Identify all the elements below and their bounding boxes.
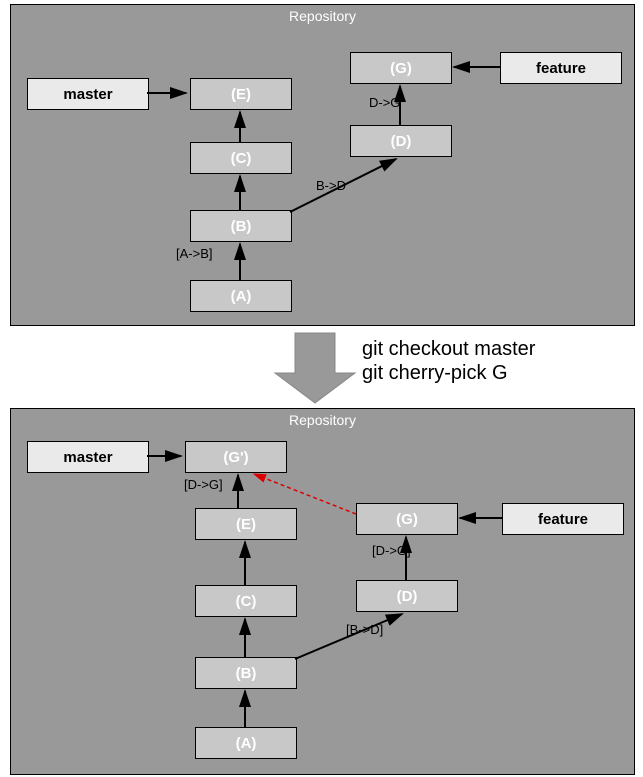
edge-label-DG: D->G	[369, 95, 400, 110]
commit-E: (E)	[195, 508, 297, 540]
command-text-1: git checkout master	[362, 338, 535, 361]
commit-label: (C)	[231, 150, 252, 167]
commit-D: (D)	[356, 580, 458, 612]
branch-feature: feature	[502, 503, 624, 535]
branch-label: master	[63, 86, 112, 103]
commit-label: (G')	[223, 449, 248, 466]
commit-Gprime: (G')	[185, 441, 287, 473]
commit-label: (G)	[390, 60, 412, 77]
edge-label-BD: [B->D]	[346, 622, 383, 637]
commit-label: (G)	[396, 511, 418, 528]
commit-label: (E)	[231, 86, 251, 103]
commit-label: (A)	[236, 735, 257, 752]
commit-D: (D)	[350, 125, 452, 157]
commit-B: (B)	[190, 210, 292, 242]
commit-G: (G)	[356, 503, 458, 535]
command-text-2: git cherry-pick G	[362, 362, 508, 385]
commit-B: (B)	[195, 657, 297, 689]
repo-title: Repository	[289, 412, 356, 428]
edge-label-BD: B->D	[316, 178, 346, 193]
commit-A: (A)	[195, 727, 297, 759]
commit-label: (D)	[397, 588, 418, 605]
commit-label: (E)	[236, 516, 256, 533]
commit-label: (B)	[236, 665, 257, 682]
branch-label: feature	[538, 511, 588, 528]
commit-label: (C)	[236, 593, 257, 610]
edge-label-DG-left: [D->G]	[184, 477, 223, 492]
branch-label: feature	[536, 60, 586, 77]
commit-label: (A)	[231, 288, 252, 305]
edge-label-DG: [D->G]	[372, 543, 411, 558]
commit-A: (A)	[190, 280, 292, 312]
diagram-canvas: Repository (A) (B) (C) (E) (D) (G) maste…	[0, 0, 643, 777]
commit-label: (B)	[231, 218, 252, 235]
edge-label-AB: [A->B]	[176, 246, 213, 261]
commit-E: (E)	[190, 78, 292, 110]
branch-feature: feature	[500, 52, 622, 84]
commit-label: (D)	[391, 133, 412, 150]
repo-title: Repository	[289, 8, 356, 24]
branch-label: master	[63, 449, 112, 466]
commit-C: (C)	[195, 585, 297, 617]
commit-C: (C)	[190, 142, 292, 174]
commit-G: (G)	[350, 52, 452, 84]
branch-master: master	[27, 441, 149, 473]
branch-master: master	[27, 78, 149, 110]
